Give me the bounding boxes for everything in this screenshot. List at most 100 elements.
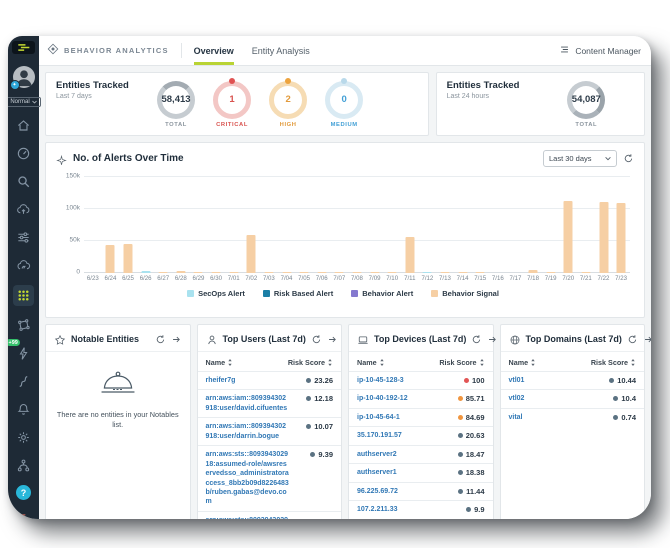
chart-bar[interactable] (475, 271, 485, 273)
help-icon[interactable]: ? (16, 485, 31, 500)
x-axis-tick: 7/12 (421, 275, 434, 282)
chart-bar[interactable] (193, 271, 203, 273)
chart-bar[interactable] (334, 271, 344, 273)
open-panel-arrow[interactable] (643, 334, 651, 345)
entity-link[interactable]: rheifer7g (206, 376, 290, 385)
content-manager-button[interactable]: Content Manager (559, 36, 641, 65)
sort-icon[interactable] (530, 358, 536, 367)
avatar[interactable]: ✦ (9, 66, 35, 90)
notifications-bell-icon[interactable] (15, 401, 32, 418)
chart-bar[interactable] (246, 234, 256, 273)
chart-bar[interactable] (211, 271, 221, 273)
sort-icon[interactable] (630, 358, 636, 367)
open-panel-arrow[interactable] (327, 334, 338, 345)
exit-icon[interactable] (15, 511, 32, 519)
x-axis-tick: 7/20 (562, 275, 575, 282)
chart-bar[interactable] (422, 271, 432, 273)
flash-icon[interactable]: +99 (8, 339, 32, 362)
risk-dot (463, 378, 469, 383)
entity-link[interactable]: vtl02 (509, 394, 593, 403)
sort-icon[interactable] (379, 358, 385, 367)
entity-link[interactable]: 107.2.211.33 (357, 505, 441, 514)
entity-link[interactable]: 96.225.69.72 (357, 487, 441, 496)
search-icon[interactable] (15, 173, 32, 190)
chart-bar[interactable] (387, 271, 397, 273)
refresh-button[interactable] (623, 153, 634, 164)
flows-icon[interactable] (15, 373, 32, 390)
date-range-select[interactable]: Last 30 days (543, 150, 617, 167)
refresh-button[interactable] (311, 334, 322, 345)
refresh-button[interactable] (471, 334, 482, 345)
sort-icon[interactable] (327, 358, 333, 367)
filters-icon[interactable] (15, 229, 32, 246)
chart-bar[interactable] (105, 245, 115, 273)
refresh-button[interactable] (627, 334, 638, 345)
chart-bar[interactable] (616, 202, 626, 273)
entity-link[interactable]: ip-10-45-128-3 (357, 376, 441, 385)
legend-item[interactable]: Behavior Alert (351, 289, 413, 298)
chart-bar[interactable] (282, 271, 292, 273)
entity-link[interactable]: authserver2 (357, 450, 441, 459)
chart-bar[interactable] (370, 271, 380, 273)
branch-icon[interactable] (15, 457, 32, 474)
tab-entity-analysis[interactable]: Entity Analysis (252, 36, 310, 65)
chart-bar[interactable] (599, 201, 609, 273)
open-panel-arrow[interactable] (487, 334, 498, 345)
home-icon[interactable] (15, 117, 32, 134)
x-axis-tick: 7/04 (280, 275, 293, 282)
entity-link[interactable]: vtl01 (509, 376, 593, 385)
risk-dot (306, 424, 312, 430)
chart-bar[interactable] (141, 271, 151, 273)
entity-link[interactable]: vital (509, 413, 593, 422)
risk-dot (458, 488, 464, 494)
lasso-select-icon[interactable] (15, 317, 32, 334)
tab-overview[interactable]: Overview (193, 36, 234, 65)
entity-link[interactable]: arn:aws:iam::809394302918:user/darrin.bo… (206, 422, 290, 441)
chart-bar[interactable] (299, 271, 309, 273)
chart-bar[interactable] (176, 271, 186, 273)
chart-bar[interactable] (440, 271, 450, 273)
sort-icon[interactable] (227, 358, 233, 367)
legend-swatch (351, 290, 359, 297)
alerts-cloud-icon[interactable] (15, 257, 32, 274)
dashboard-gauge-icon[interactable] (15, 145, 32, 162)
open-panel-arrow[interactable] (171, 334, 182, 345)
entity-link[interactable]: authserver1 (357, 468, 441, 477)
chart-bar[interactable] (123, 243, 133, 273)
sort-icon[interactable] (479, 358, 485, 367)
entity-link[interactable]: arn:aws:sts::809394302918:assumed- (206, 516, 290, 519)
risk-score: 11.44 (441, 487, 485, 496)
chart-bar[interactable] (317, 271, 327, 273)
settings-gear-icon[interactable] (15, 429, 32, 446)
chart-bar[interactable] (229, 271, 239, 273)
legend-item[interactable]: SecOps Alert (187, 289, 245, 298)
top-domains-panel: Top Domains (Last 7d) Name Risk Score vtl0… (499, 324, 651, 519)
legend-item[interactable]: Behavior Signal (431, 289, 499, 298)
chart-bar[interactable] (581, 271, 591, 273)
chart-bar[interactable] (528, 270, 538, 273)
legend-item[interactable]: Risk Based Alert (262, 289, 333, 298)
entity-link[interactable]: ip-10-40-192-12 (357, 394, 441, 403)
chart-bar[interactable] (563, 201, 573, 273)
entity-link[interactable]: arn:aws:sts::809394302918:assumed-role/a… (206, 450, 290, 507)
x-axis-tick: 7/14 (456, 275, 469, 282)
risk-dot (457, 451, 463, 457)
risk-dot (306, 396, 312, 402)
entity-link[interactable]: 35.170.191.57 (357, 431, 441, 440)
chart-bar[interactable] (158, 271, 168, 273)
chart-bar[interactable] (264, 271, 274, 273)
behavior-grid-icon[interactable] (13, 285, 34, 306)
refresh-button[interactable] (155, 334, 166, 345)
mode-selector[interactable]: Normal (8, 97, 41, 107)
entity-link[interactable]: arn:aws:iam::809394302918:user/david.cif… (206, 394, 290, 413)
x-axis-tick: 7/08 (351, 275, 363, 282)
risk-score: 12.18 (289, 394, 333, 403)
devo-logo-icon[interactable] (12, 41, 35, 54)
chart-bar[interactable] (405, 236, 415, 273)
chart-bar[interactable] (458, 271, 468, 273)
cloud-upload-icon[interactable] (15, 201, 32, 218)
entity-link[interactable]: ip-10-45-64-1 (357, 413, 441, 422)
risk-score: 10.07 (289, 422, 333, 431)
chart-bar[interactable] (352, 271, 362, 273)
chart-bar[interactable] (546, 271, 556, 273)
